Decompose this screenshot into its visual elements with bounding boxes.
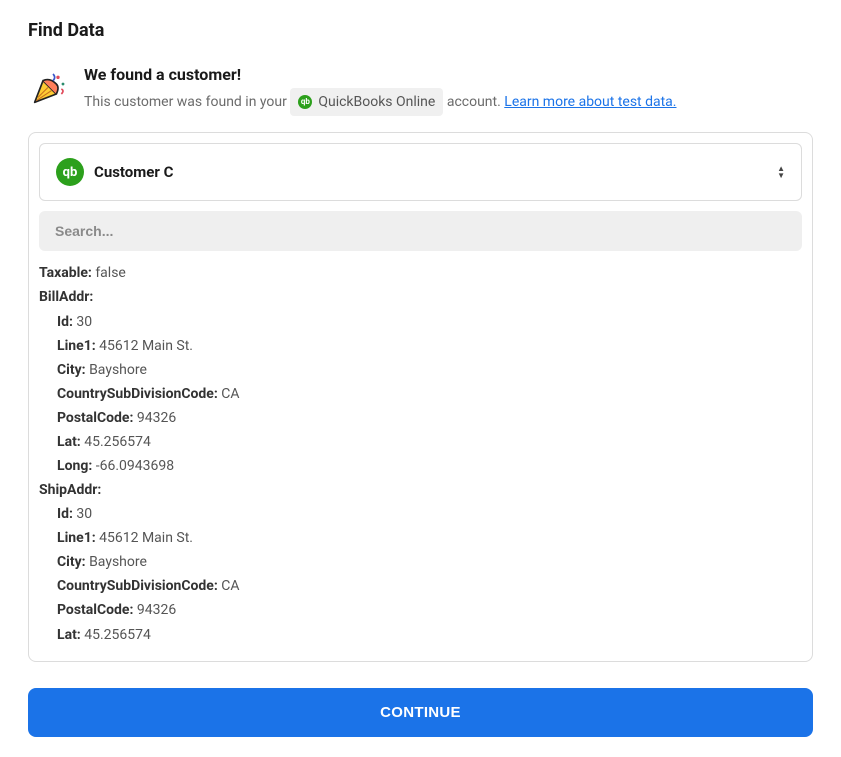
data-card: qb Customer C ▲▼ Taxable: false BillAddr:… <box>28 132 813 662</box>
field-key: Lat: <box>57 627 81 643</box>
field-key: CountrySubDivisionCode: <box>57 386 218 402</box>
field-key: ShipAddr: <box>39 482 101 498</box>
field-value: false <box>92 265 126 281</box>
data-field: PostalCode: 94326 <box>39 598 798 622</box>
quickbooks-pill: qb QuickBooks Online <box>290 88 443 116</box>
data-panel[interactable]: Taxable: falseBillAddr:Id: 30Line1: 4561… <box>39 261 802 651</box>
field-key: Long: <box>57 458 92 474</box>
customer-selected-label: Customer C <box>94 163 767 181</box>
page-title: Find Data <box>28 20 813 41</box>
data-field: Id: 30 <box>39 310 798 334</box>
field-key: BillAddr: <box>39 289 93 305</box>
data-field: Lat: 45.256574 <box>39 623 798 647</box>
data-field: CountrySubDivisionCode: CA <box>39 382 798 406</box>
field-key: City: <box>57 554 86 570</box>
quickbooks-mini-icon: qb <box>298 95 312 109</box>
data-field: Long: -66.0943698 <box>39 454 798 478</box>
continue-button[interactable]: CONTINUE <box>28 688 813 737</box>
field-key: Lat: <box>57 434 81 450</box>
field-value: Bayshore <box>86 554 147 570</box>
quickbooks-pill-label: QuickBooks Online <box>318 91 435 113</box>
found-heading: We found a customer! <box>84 65 813 84</box>
field-key: CountrySubDivisionCode: <box>57 578 218 594</box>
field-value: -66.0943698 <box>92 458 174 474</box>
quickbooks-icon: qb <box>56 158 84 186</box>
field-value: 45.256574 <box>81 627 151 643</box>
data-field: Taxable: false <box>39 261 798 285</box>
customer-selector[interactable]: qb Customer C ▲▼ <box>39 143 802 201</box>
data-field: Id: 30 <box>39 502 798 526</box>
field-key: PostalCode: <box>57 410 133 426</box>
search-input[interactable] <box>39 211 802 251</box>
field-value: Bayshore <box>86 362 147 378</box>
found-subtext-suffix: account. <box>447 94 504 110</box>
field-value: CA <box>218 578 240 594</box>
field-value: 30 <box>73 506 92 522</box>
data-field: City: Bayshore <box>39 550 798 574</box>
field-value: 45612 Main St. <box>96 338 193 354</box>
data-field: Line1: 45612 Main St. <box>39 526 798 550</box>
field-key: City: <box>57 362 86 378</box>
field-key: Taxable: <box>39 265 92 281</box>
field-value: 94326 <box>133 602 176 618</box>
data-field: City: Bayshore <box>39 358 798 382</box>
field-value: CA <box>218 386 240 402</box>
field-value: 94326 <box>133 410 176 426</box>
data-section-header: ShipAddr: <box>39 478 798 502</box>
field-value: 45612 Main St. <box>96 530 193 546</box>
found-subtext: This customer was found in your qb Quick… <box>84 88 813 116</box>
field-value: 30 <box>73 314 92 330</box>
found-subtext-prefix: This customer was found in your <box>84 94 290 110</box>
data-field: PostalCode: 94326 <box>39 406 798 430</box>
field-key: PostalCode: <box>57 602 133 618</box>
learn-more-link[interactable]: Learn more about test data. <box>504 94 676 110</box>
data-field: Line1: 45612 Main St. <box>39 334 798 358</box>
field-key: Long: <box>57 651 92 652</box>
field-key: Line1: <box>57 338 96 354</box>
field-value: -66.0943698 <box>92 651 174 652</box>
field-value: 45.256574 <box>81 434 151 450</box>
field-key: Line1: <box>57 530 96 546</box>
found-header: We found a customer! This customer was f… <box>28 65 813 116</box>
data-field: CountrySubDivisionCode: CA <box>39 574 798 598</box>
field-key: Id: <box>57 314 73 330</box>
data-field: Long: -66.0943698 <box>39 647 798 652</box>
data-section-header: BillAddr: <box>39 285 798 309</box>
sort-caret-icon: ▲▼ <box>777 166 785 179</box>
party-popper-icon <box>28 69 68 109</box>
data-field: Lat: 45.256574 <box>39 430 798 454</box>
field-key: Id: <box>57 506 73 522</box>
